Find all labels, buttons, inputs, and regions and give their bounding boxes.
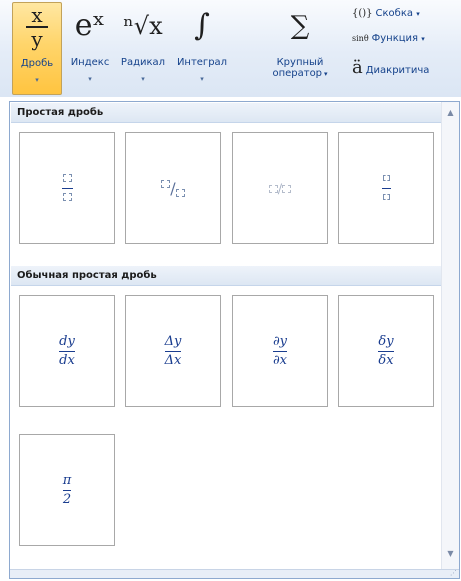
function-icon: sinθ [352, 34, 369, 43]
scroll-down-icon[interactable]: ▼ [442, 549, 459, 558]
fraction-linear[interactable]: / [232, 132, 328, 244]
resize-grip-icon[interactable]: ⋰ [450, 569, 457, 577]
diaeresis-icon: ä [352, 57, 363, 78]
placeholder-box [62, 193, 72, 201]
equation-ribbon: x y Дробь ▾ eˣ Индекс ▾ ⁿ√x Радикал ▾ ∫ … [0, 0, 461, 97]
chevron-down-icon: ▾ [421, 35, 425, 43]
fraction-partial-y-partial-x[interactable]: ∂y ∂x [232, 295, 328, 407]
placeholder-box [161, 179, 171, 188]
chevron-down-icon: ▾ [324, 70, 328, 78]
summation-icon: ∑ [290, 11, 310, 41]
fraction-icon: x y [13, 5, 61, 49]
fraction-skewed[interactable]: / [125, 132, 221, 244]
fraction-small-delta-y-x[interactable]: δy δx [338, 295, 434, 407]
large-operator-button[interactable]: ∑ Крупный оператор ▾ [258, 2, 342, 95]
fraction-stacked[interactable] [19, 132, 115, 244]
radical-icon: ⁿ√x [123, 12, 163, 40]
fraction-label: Дробь [20, 58, 54, 69]
placeholder-box [382, 175, 390, 181]
chevron-down-icon: ▾ [200, 75, 204, 83]
placeholder-box [268, 185, 278, 193]
placeholder-box [62, 174, 72, 182]
section-header-common: Обычная простая дробь [11, 266, 441, 286]
fraction-gallery: Простая дробь / / Обычная простая дробь … [9, 101, 460, 579]
placeholder-box [282, 185, 292, 193]
index-button[interactable]: eˣ Индекс ▾ [66, 2, 114, 95]
fraction-delta-y-delta-x[interactable]: Δy Δx [125, 295, 221, 407]
radical-button[interactable]: ⁿ√x Радикал ▾ [117, 2, 169, 95]
index-label: Индекс [70, 57, 110, 68]
integral-button[interactable]: ∫ Интеграл ▾ [172, 2, 232, 95]
integral-label: Интеграл [176, 57, 228, 68]
placeholder-box [382, 194, 390, 200]
vertical-scrollbar[interactable]: ▲ ▼ [441, 102, 459, 578]
chevron-down-icon: ▾ [416, 10, 420, 18]
chevron-down-icon: ▾ [141, 75, 145, 83]
placeholder-box [175, 188, 185, 197]
fraction-pi-over-2[interactable]: π2 [19, 434, 115, 546]
integral-icon: ∫ [194, 8, 210, 43]
scroll-up-icon[interactable]: ▲ [442, 108, 459, 117]
bracket-button[interactable]: {()} Скобка ▾ [352, 4, 420, 24]
fraction-dy-dx[interactable]: dy dx [19, 295, 115, 407]
chevron-down-icon: ▾ [88, 75, 92, 83]
gallery-resize-bar[interactable]: ⋰ [10, 569, 459, 578]
fraction-button[interactable]: x y Дробь ▾ [12, 2, 62, 95]
bracket-icon: {()} [352, 8, 373, 19]
function-button[interactable]: sinθ Функция ▾ [352, 29, 425, 49]
chevron-down-icon: ▾ [35, 76, 39, 84]
radical-label: Радикал [120, 57, 166, 68]
section-header-simple: Простая дробь [11, 103, 441, 123]
fraction-small[interactable] [338, 132, 434, 244]
large-operator-label-2: оператор ▾ [272, 68, 328, 79]
script-icon: eˣ [74, 8, 106, 43]
accent-button[interactable]: ä Диакритича [352, 58, 429, 78]
